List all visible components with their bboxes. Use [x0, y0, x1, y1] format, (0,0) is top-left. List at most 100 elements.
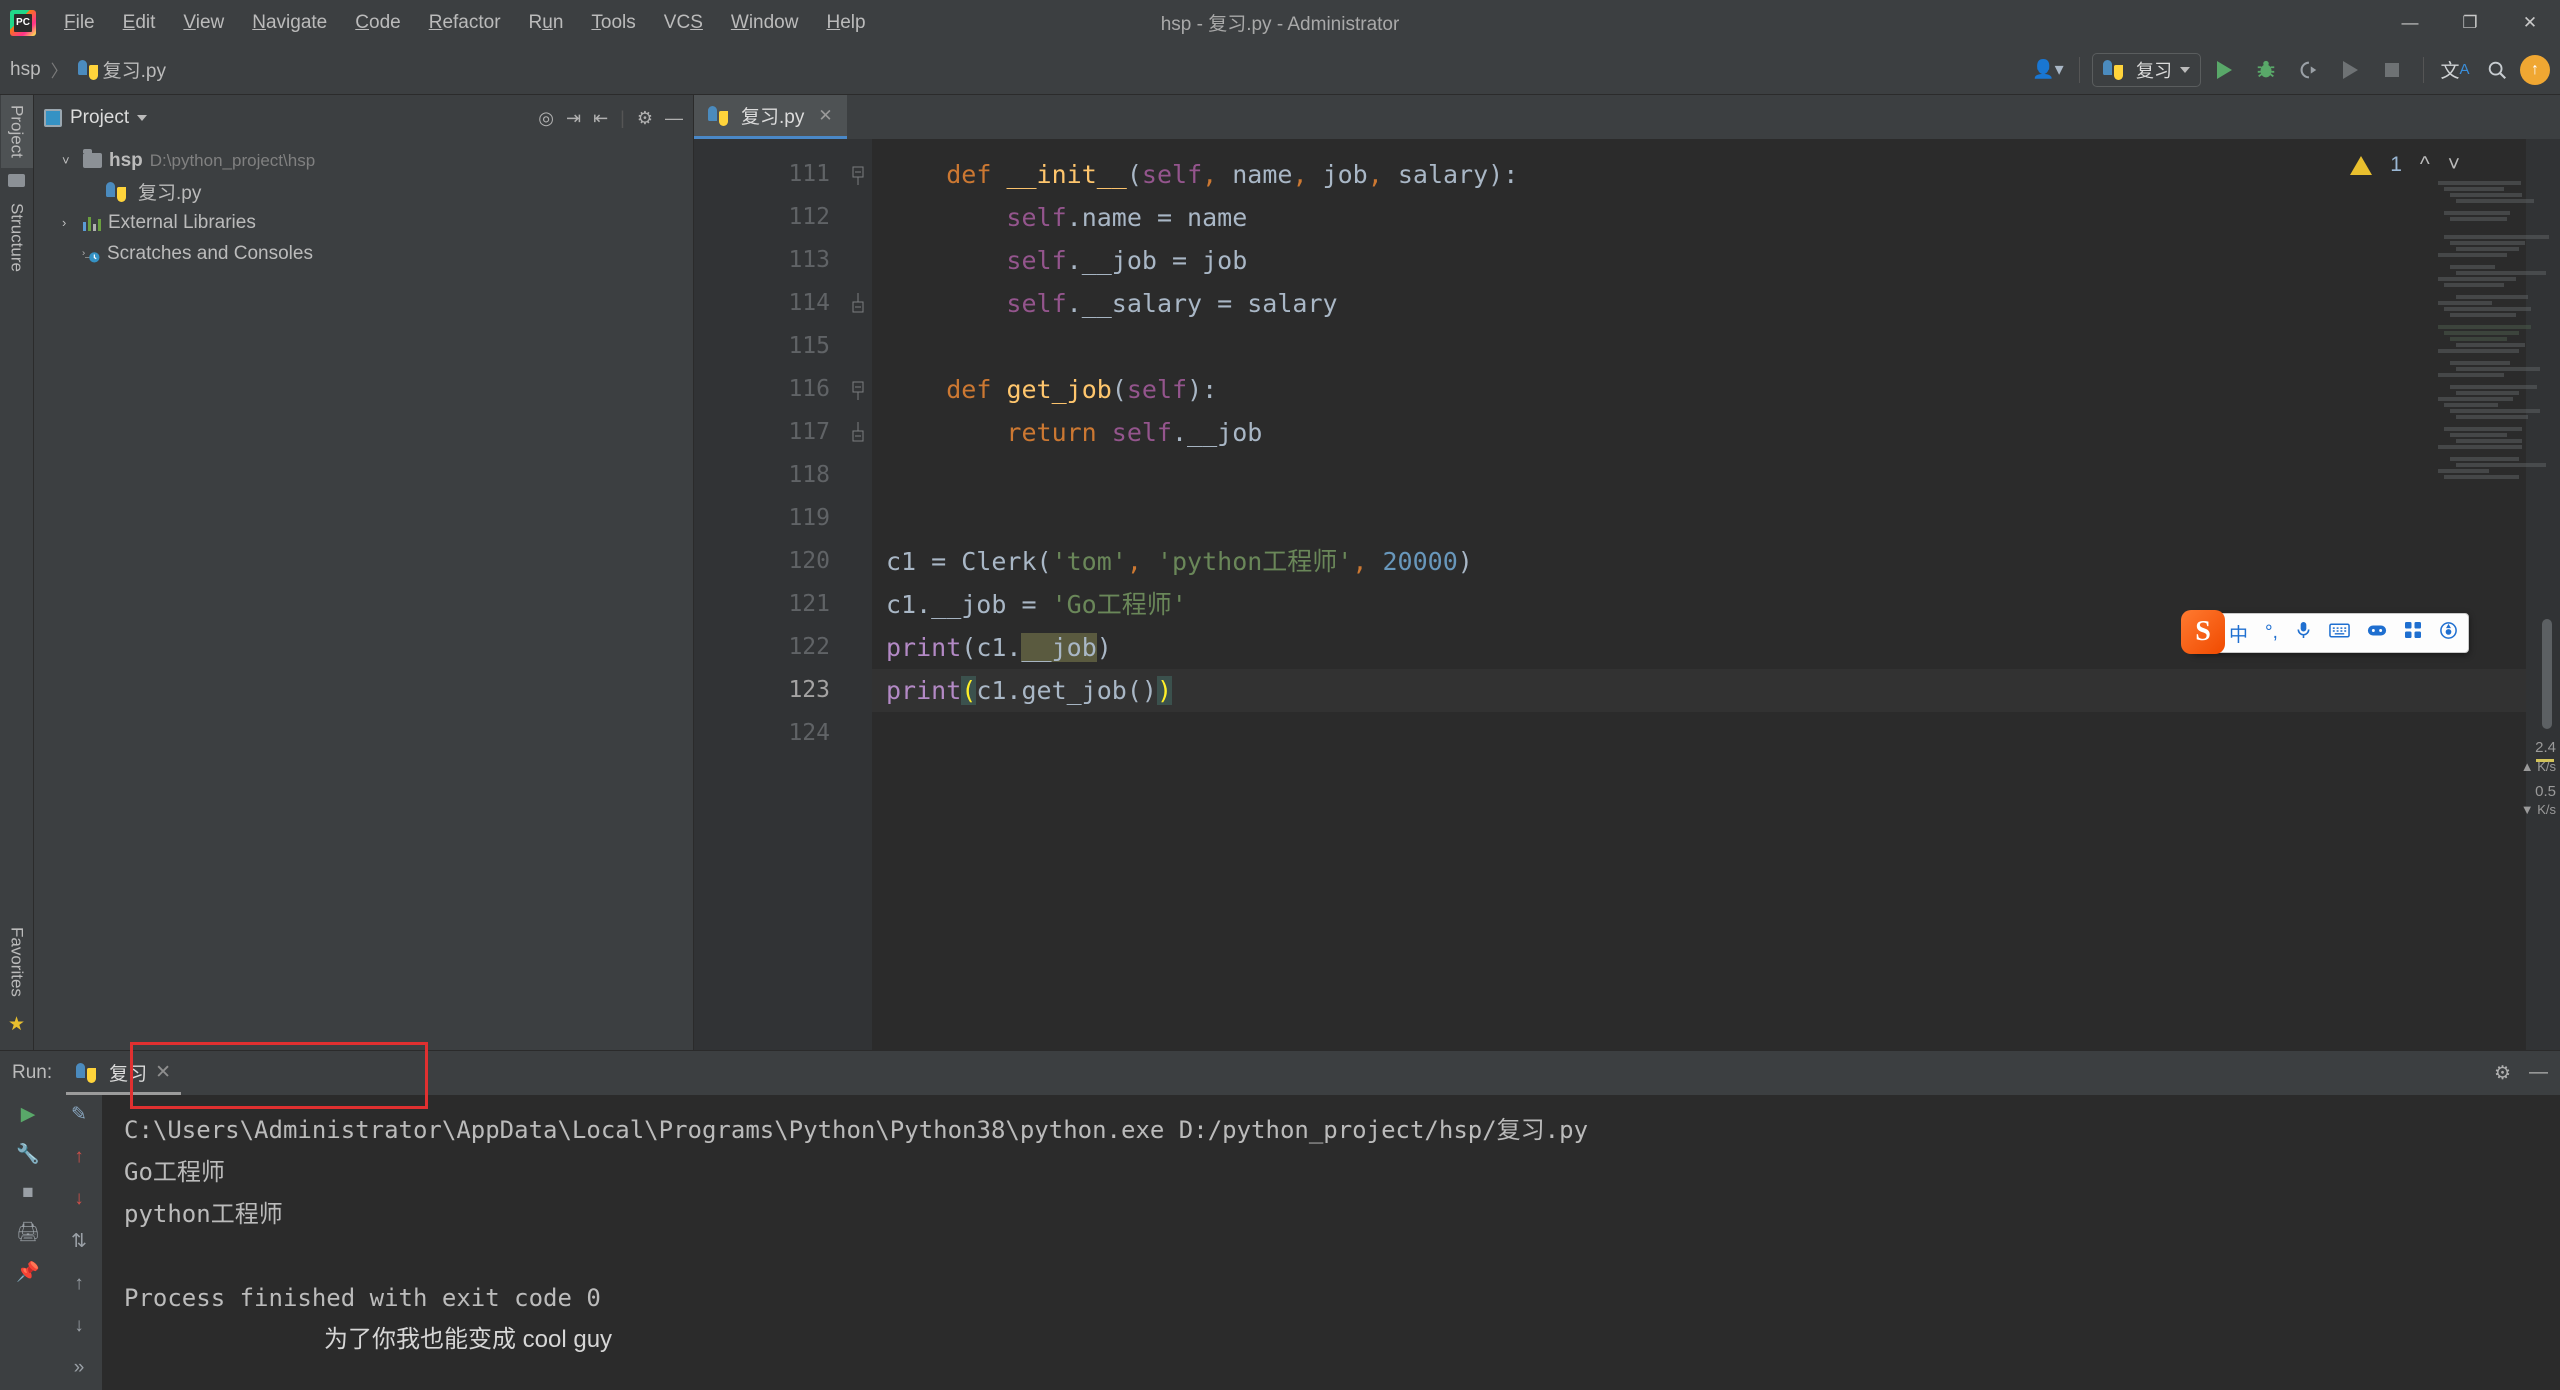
ime-toolbar[interactable]: S 中 °,	[2181, 610, 2469, 654]
update-icon[interactable]: ↑	[2520, 54, 2550, 85]
scroll-up-icon[interactable]: ↑	[74, 1273, 84, 1295]
tree-item-file[interactable]: 复习.py	[34, 176, 693, 207]
fold-marker-icon[interactable]	[844, 282, 872, 325]
menu-item-navigate[interactable]: Navigate	[238, 8, 341, 38]
more-icon[interactable]: »	[74, 1357, 85, 1379]
console-output[interactable]: C:\Users\Administrator\AppData\Local\Pro…	[102, 1095, 2560, 1390]
minimap-line	[2444, 187, 2504, 191]
collapse-all-icon[interactable]: ⇤	[593, 108, 608, 129]
close-icon[interactable]: ✕	[818, 106, 832, 126]
menu-item-edit[interactable]: Edit	[109, 8, 170, 38]
run-button[interactable]	[2205, 51, 2243, 89]
locate-icon[interactable]: ◎	[538, 108, 554, 129]
project-panel-header: Project ◎ ⇥ ⇤ | ⚙ —	[34, 95, 693, 141]
tree-item-hsp[interactable]: ˅ hsp D:\python_project\hsp	[34, 145, 693, 176]
menu-item-code[interactable]: Code	[341, 8, 414, 38]
breadcrumb-file[interactable]: 复习.py	[103, 56, 166, 83]
rerun-button[interactable]	[2331, 51, 2369, 89]
minimap-line	[2444, 475, 2519, 479]
editor-tab-fuxi-py[interactable]: 复习.py ✕	[694, 95, 847, 139]
menu-item-refactor[interactable]: Refactor	[415, 8, 515, 38]
code-line[interactable]: def __init__(self, name, job, salary):	[872, 153, 2526, 196]
minimize-button[interactable]: —	[2380, 0, 2440, 45]
menu-item-help[interactable]: Help	[812, 8, 879, 38]
code-line[interactable]: def get_job(self):	[872, 368, 2526, 411]
run-tab-label: 复习	[109, 1064, 148, 1085]
menu-item-vcs[interactable]: VCS	[650, 8, 717, 38]
print-icon[interactable]: 🖨	[16, 1220, 40, 1244]
maximize-button[interactable]: ❐	[2440, 0, 2500, 45]
close-icon[interactable]: ✕	[155, 1061, 171, 1084]
rerun-icon[interactable]: ▶	[21, 1103, 36, 1126]
previous-problem-icon[interactable]: ^	[2420, 153, 2430, 177]
keyboard-icon[interactable]	[2329, 622, 2350, 645]
run-configuration-selector[interactable]: 复习	[2092, 52, 2201, 87]
scroll-down-icon[interactable]: ↓	[74, 1315, 84, 1337]
ime-punctuation-toggle[interactable]: °,	[2265, 622, 2278, 644]
fold-marker-icon[interactable]	[844, 368, 872, 411]
search-icon[interactable]	[2478, 51, 2516, 89]
code-line[interactable]: c1 = Clerk('tom', 'python工程师', 20000)	[872, 540, 2526, 583]
breadcrumb-project[interactable]: hsp	[10, 59, 41, 81]
sidebar-item-structure[interactable]: Structure	[1, 193, 33, 282]
menu-item-run[interactable]: Run	[515, 8, 578, 38]
expand-all-icon[interactable]: ⇥	[566, 108, 581, 129]
settings-icon[interactable]	[2439, 621, 2458, 646]
edit-icon[interactable]: ✎	[71, 1103, 87, 1126]
menu-item-window[interactable]: Window	[717, 8, 813, 38]
libraries-icon	[83, 215, 101, 231]
menu-item-tools[interactable]: Tools	[577, 8, 649, 38]
run-with-coverage-button[interactable]	[2289, 51, 2327, 89]
pin-icon[interactable]: 📌	[16, 1260, 40, 1284]
hide-panel-icon[interactable]: —	[2529, 1062, 2548, 1085]
up-arrow-icon[interactable]: ↑	[74, 1146, 84, 1168]
chevron-right-icon[interactable]: ›	[62, 215, 76, 230]
user-icon[interactable]: 👤▾	[2029, 51, 2067, 89]
apps-icon[interactable]	[2404, 621, 2422, 645]
project-tool-window: Project ◎ ⇥ ⇤ | ⚙ — ˅ hsp D:\python_proj…	[34, 95, 694, 1050]
translate-icon[interactable]: 文A	[2436, 51, 2474, 89]
mic-icon[interactable]	[2295, 621, 2312, 646]
stop-button[interactable]	[2373, 51, 2411, 89]
code-line[interactable]: return self.__job	[872, 411, 2526, 454]
code-line[interactable]	[872, 325, 2526, 368]
sidebar-item-favorites[interactable]: Favorites	[1, 917, 33, 1007]
close-button[interactable]: ✕	[2500, 0, 2560, 45]
next-problem-icon[interactable]: ˅	[2448, 153, 2460, 177]
run-tab-fuxi[interactable]: 复习 ✕	[66, 1051, 182, 1095]
sogou-logo-icon[interactable]: S	[2181, 610, 2225, 654]
chevron-down-icon[interactable]: ˅	[62, 153, 76, 168]
tree-item-path: D:\python_project\hsp	[149, 150, 316, 170]
sort-icon[interactable]: ⇅	[71, 1230, 87, 1253]
code-line[interactable]: print(c1.get_job())	[872, 669, 2526, 712]
hide-panel-icon[interactable]: —	[665, 108, 683, 129]
editor-scrollbar[interactable]	[2542, 619, 2552, 729]
code-line[interactable]	[872, 497, 2526, 540]
code-editor[interactable]: 111 112 113 114 115 116 117 118 119 120 121 122 123 1…	[694, 139, 2560, 1050]
menu-item-view[interactable]: View	[169, 8, 238, 38]
down-arrow-icon[interactable]: ↓	[74, 1188, 84, 1210]
code-line[interactable]: self.name = name	[872, 196, 2526, 239]
code-content[interactable]: def __init__(self, name, job, salary): s…	[872, 139, 2526, 1050]
wrench-icon[interactable]: 🔧	[16, 1142, 40, 1166]
code-line[interactable]	[872, 454, 2526, 497]
inspection-widget[interactable]: 1 ^ ˅	[2350, 153, 2460, 177]
gear-icon[interactable]: ⚙	[637, 108, 653, 129]
tree-item-scratches[interactable]: ›_ Scratches and Consoles	[34, 238, 693, 269]
fold-marker-icon[interactable]	[844, 153, 872, 196]
fold-marker-icon[interactable]	[844, 411, 872, 454]
project-panel-title[interactable]: Project	[44, 107, 148, 129]
menu-item-file[interactable]: File	[50, 8, 109, 38]
code-line[interactable]: self.__salary = salary	[872, 282, 2526, 325]
sidebar-item-project[interactable]: Project	[0, 95, 33, 168]
code-line[interactable]	[872, 712, 2526, 755]
tree-item-external-libraries[interactable]: › External Libraries	[34, 207, 693, 238]
gear-icon[interactable]: ⚙	[2494, 1062, 2511, 1085]
code-line[interactable]: self.__job = job	[872, 239, 2526, 282]
emoji-icon[interactable]	[2367, 622, 2387, 645]
ime-language-toggle[interactable]: 中	[2229, 620, 2248, 647]
debug-button[interactable]	[2247, 51, 2285, 89]
code-folding-column[interactable]	[844, 139, 872, 1050]
stop-icon[interactable]: ■	[22, 1182, 33, 1204]
